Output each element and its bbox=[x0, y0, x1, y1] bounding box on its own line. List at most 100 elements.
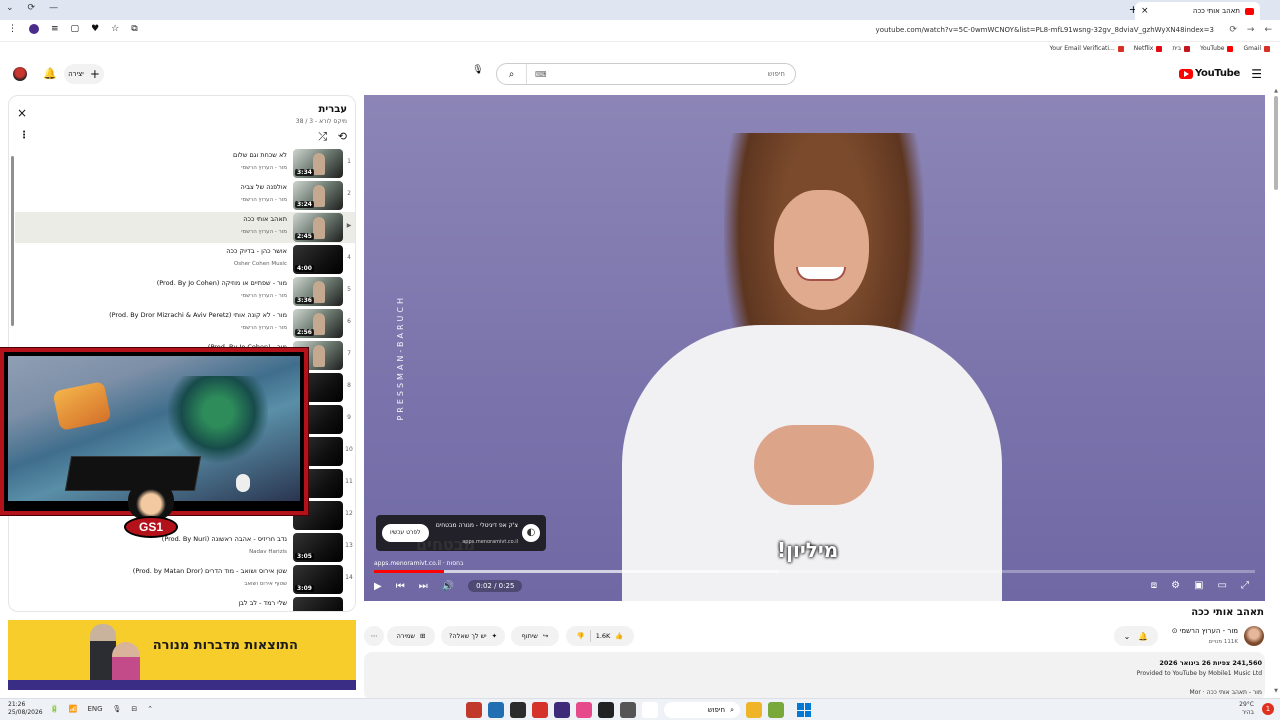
ad-sponsor-url[interactable]: apps.menoramivt.co.il · בחסות bbox=[374, 560, 464, 567]
channel-avatar[interactable] bbox=[1244, 626, 1264, 646]
play-icon[interactable]: ▶ bbox=[374, 581, 382, 592]
youtube-logo[interactable]: YouTube bbox=[1179, 68, 1240, 79]
ad-card[interactable]: ◐ צ'ק אפ דיגיטלי - מנורה מבטחים apps.men… bbox=[376, 515, 546, 551]
subscribed-button[interactable]: ⌄ 🔔 bbox=[1114, 626, 1158, 646]
more-actions-button[interactable]: ⋯ bbox=[364, 626, 384, 646]
playlist-close-icon[interactable]: × bbox=[17, 106, 27, 120]
volume-icon[interactable]: 🔊 bbox=[442, 581, 454, 592]
display-tray-icon[interactable]: ⊟ bbox=[131, 705, 137, 713]
restore-icon[interactable]: ⟳ bbox=[28, 3, 36, 13]
like-icon[interactable]: 👍 bbox=[615, 632, 623, 640]
playlist-more-icon[interactable]: ⋮ bbox=[19, 130, 29, 141]
create-button[interactable]: יצירה + bbox=[64, 64, 104, 84]
playlist-item[interactable]: 2 3:24 אולפנה של צביה מור - הערוץ הרשמי bbox=[15, 180, 355, 211]
tab-search-icon[interactable]: ⌄ bbox=[6, 3, 14, 13]
bookmark-star-icon[interactable]: ☆ bbox=[111, 24, 119, 34]
page-scrollbar[interactable] bbox=[1274, 96, 1278, 190]
taskbar-app-icon[interactable] bbox=[510, 702, 526, 718]
bookmark-item[interactable]: Gmail bbox=[1243, 45, 1270, 52]
scroll-up-icon[interactable]: ▲ bbox=[1274, 88, 1278, 94]
forward-icon[interactable]: → bbox=[1247, 25, 1255, 35]
weather-widget[interactable]: 29°C בהיר bbox=[1239, 701, 1254, 717]
taskbar-app-icon[interactable] bbox=[554, 702, 570, 718]
tray-overflow-icon[interactable]: ⌃ bbox=[147, 705, 153, 713]
theater-mode-icon[interactable]: ▣ bbox=[1194, 580, 1203, 591]
wifi-icon[interactable]: 📶 bbox=[69, 705, 78, 713]
ask-button[interactable]: ✦ יש לך שאלה? bbox=[441, 626, 505, 646]
save-button[interactable]: ⊞ שמירה bbox=[387, 626, 435, 646]
loop-icon[interactable]: ⟲ bbox=[338, 130, 347, 143]
notifications-bell-icon[interactable]: 🔔 bbox=[43, 67, 57, 80]
taskbar-app-icon[interactable] bbox=[532, 702, 548, 718]
extensions-icon[interactable]: ▢ bbox=[71, 24, 80, 34]
extension-heart-icon[interactable]: ♥ bbox=[91, 24, 99, 34]
screen-share-icon[interactable]: ⧉ bbox=[131, 24, 137, 34]
playlist-scrollbar[interactable] bbox=[11, 156, 14, 326]
clock[interactable]: 21:26 25/08/2026 bbox=[8, 701, 43, 717]
start-windows-icon[interactable] bbox=[797, 703, 811, 717]
microphone-tray-icon[interactable]: 🎙 bbox=[113, 705, 122, 713]
description-box[interactable] bbox=[364, 652, 1265, 700]
browser-menu-icon[interactable]: ⋮ bbox=[8, 24, 17, 34]
ad-banner[interactable]: התוצאות מדברות מנורה bbox=[8, 620, 356, 690]
scroll-down-icon[interactable]: ▼ bbox=[1274, 688, 1278, 694]
bookmark-favicon-icon bbox=[1264, 45, 1270, 52]
account-avatar[interactable] bbox=[13, 67, 27, 81]
cast-icon[interactable]: ▭ bbox=[1218, 580, 1227, 591]
taskbar-app-icon[interactable] bbox=[466, 702, 482, 718]
progress-bar[interactable] bbox=[374, 570, 1255, 573]
taskbar-app-icon[interactable] bbox=[746, 702, 762, 718]
bookmark-item[interactable]: Netflix bbox=[1134, 45, 1163, 52]
playlist-item[interactable]: 4 4:00 אושר כהן - בדיוק ככה Osher Cohen Mus… bbox=[15, 244, 355, 275]
taskbar-app-icon[interactable] bbox=[598, 702, 614, 718]
captions-icon[interactable]: ⧈ bbox=[1151, 580, 1157, 591]
taskbar-app-icon[interactable] bbox=[576, 702, 592, 718]
playlist-item[interactable]: 6 2:56 מור - לא קונה אותי (Prod. By Dror M… bbox=[15, 308, 355, 339]
search-input[interactable] bbox=[546, 70, 795, 78]
taskbar-app-icon[interactable] bbox=[642, 702, 658, 718]
playlist-item[interactable]: 5 3:36 מור - שפתיים או מוזיקה (Prod. By Jo… bbox=[15, 276, 355, 307]
profile-icon[interactable] bbox=[29, 24, 39, 34]
fullscreen-icon[interactable]: ⤢ bbox=[1241, 580, 1249, 591]
description-line: מור - תאהב אותי ככה · Mor bbox=[1189, 689, 1262, 696]
reload-icon[interactable]: ⟳ bbox=[1229, 25, 1237, 35]
taskbar-search[interactable]: חיפוש ⌕ bbox=[664, 702, 740, 718]
search-button[interactable]: ⌕ bbox=[497, 64, 527, 84]
bookmark-label: YouTube bbox=[1200, 45, 1225, 52]
video-player[interactable]: PRESSMAN-BARUCH מבטחים ◐ צ'ק אפ דיגיטלי … bbox=[364, 95, 1265, 601]
battery-icon[interactable]: 🔋 bbox=[50, 705, 59, 713]
ad-card-cta-button[interactable]: לפרט עכשיו bbox=[382, 524, 429, 542]
playlist-item[interactable]: שלי רמד - לב לבן bbox=[15, 596, 355, 611]
keyboard-icon[interactable]: ⌨ bbox=[535, 70, 547, 79]
next-icon[interactable]: ⏭ bbox=[419, 581, 428, 592]
taskbar-app-icon[interactable] bbox=[488, 702, 504, 718]
minimize-icon[interactable]: — bbox=[49, 3, 58, 13]
language-indicator[interactable]: ENG bbox=[87, 705, 102, 713]
playlist-item-index: 1 bbox=[347, 158, 351, 165]
like-count[interactable]: 1.6K bbox=[596, 632, 611, 640]
taskbar-app-icon[interactable] bbox=[768, 702, 784, 718]
playlist-item[interactable]: 14 3:09 שטן אירוס ושואב - מוד הדרים (Prod.… bbox=[15, 564, 355, 595]
bookmark-item[interactable]: Your Email Verificati... bbox=[1050, 45, 1124, 52]
settings-gear-icon[interactable]: ⚙ bbox=[1171, 580, 1180, 591]
address-bar[interactable]: youtube.com/watch?v=5C-0wmWCNOY&list=PL8… bbox=[876, 26, 1214, 34]
shuffle-icon[interactable]: ⤮ bbox=[318, 130, 327, 144]
active-tab[interactable]: תאהב אותי ככה × bbox=[1135, 2, 1260, 20]
dislike-icon[interactable]: 👎 bbox=[577, 632, 585, 640]
channel-name[interactable]: מור - הערוץ הרשמי ⊙ bbox=[1172, 627, 1238, 635]
notification-badge[interactable]: 1 bbox=[1262, 703, 1274, 715]
taskbar-app-icon[interactable] bbox=[620, 702, 636, 718]
playlist-item[interactable]: 13 3:05 נדב חריזיס - אהבה ראשונה (Prod. By… bbox=[15, 532, 355, 563]
previous-icon[interactable]: ⏮ bbox=[396, 581, 405, 592]
bookmark-item[interactable]: בית bbox=[1172, 45, 1191, 52]
playlist-item[interactable]: ▶ 2:45 תאהב אותי ככה מור - הערוץ הרשמי bbox=[15, 212, 355, 243]
bookmark-item[interactable]: YouTube bbox=[1200, 45, 1234, 52]
share-button[interactable]: ↪ שיתוף bbox=[511, 626, 559, 646]
playlist-item[interactable]: 1 3:34 לא שכחת וגם שלום מור - הערוץ הרשמי bbox=[15, 148, 355, 179]
taskbar-search-icon: ⌕ bbox=[730, 705, 734, 714]
voice-search-mic-icon[interactable]: 🎙 bbox=[470, 65, 486, 81]
back-icon[interactable]: ← bbox=[1264, 25, 1272, 35]
guide-menu-icon[interactable]: ☰ bbox=[1251, 67, 1262, 81]
reading-list-icon[interactable]: ≡ bbox=[51, 24, 59, 34]
tab-close-icon[interactable]: × bbox=[1141, 6, 1149, 16]
